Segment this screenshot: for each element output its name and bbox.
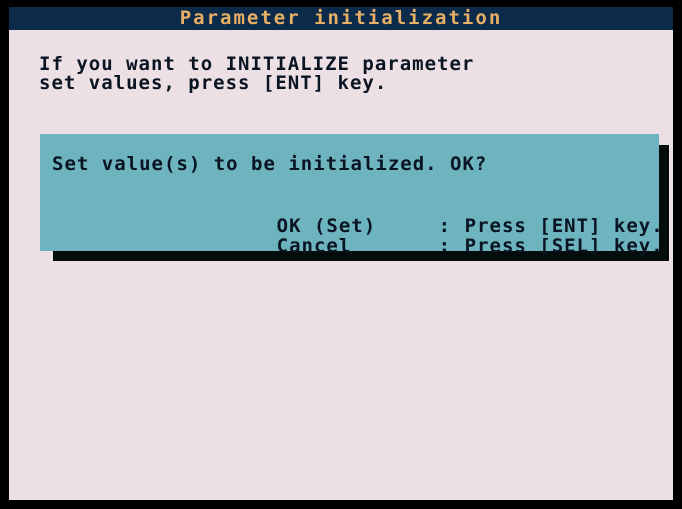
confirm-dialog: Set value(s) to be initialized. OK? OK (… xyxy=(40,134,663,257)
cancel-action: Press [SEL] key. xyxy=(464,235,664,257)
page-title: Parameter initialization xyxy=(179,7,503,29)
cancel-separator: : xyxy=(438,235,452,257)
cancel-label: Cancel xyxy=(276,235,352,257)
instruction-text: If you want to INITIALIZE parameter set … xyxy=(39,55,669,93)
instruction-line-2: set values, press [ENT] key. xyxy=(39,72,388,94)
dialog-question: Set value(s) to be initialized. OK? xyxy=(52,153,488,175)
cancel-option[interactable]: Cancel: Press [SEL] key. xyxy=(202,213,664,279)
title-bar: Parameter initialization xyxy=(9,7,673,30)
screen: Parameter initialization If you want to … xyxy=(0,0,682,509)
